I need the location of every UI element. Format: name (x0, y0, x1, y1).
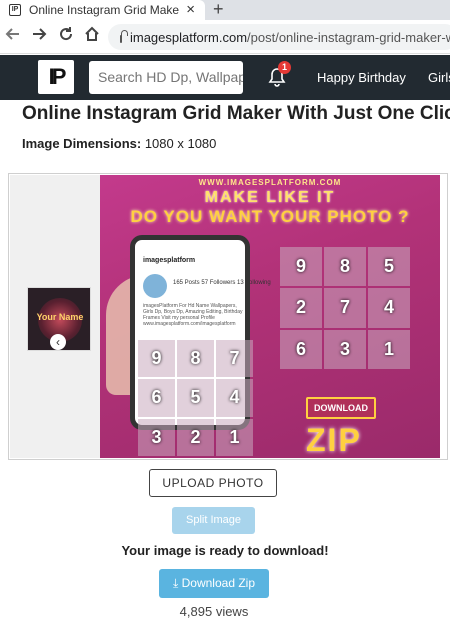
split-image-button[interactable]: Split Image (172, 507, 255, 534)
grid-cell: 9 (138, 340, 175, 378)
tab-title: Online Instagram Grid Maker Wi (29, 3, 179, 17)
image-dimensions: Image Dimensions: 1080 x 1080 (22, 136, 216, 151)
grid-cell: 3 (138, 418, 175, 456)
grid-cell: 7 (324, 288, 366, 328)
grid-cell: 1 (216, 418, 253, 456)
page-title: Online Instagram Grid Maker With Just On… (22, 103, 450, 124)
grid-cell: 5 (177, 379, 214, 417)
new-tab-icon[interactable]: + (213, 0, 224, 20)
grid-cell: 1 (368, 329, 410, 369)
grid-cell: 5 (368, 247, 410, 287)
search-input[interactable] (89, 61, 243, 94)
thumbnail-name: Your Name (36, 312, 84, 322)
grid-cell: 2 (280, 288, 322, 328)
grid-cell: 4 (216, 379, 253, 417)
grid-cell: 3 (324, 329, 366, 369)
grid-preview-top: 9 8 5 2 7 4 6 3 1 (280, 247, 410, 369)
poster-headline: MAKE LIKE IT (204, 189, 336, 206)
poster-download-label: DOWNLOAD (306, 397, 376, 419)
dimensions-value: 1080 x 1080 (144, 136, 217, 151)
grid-cell: 7 (216, 340, 253, 378)
tab-close-icon[interactable]: × (186, 1, 195, 18)
site-logo[interactable]: IP (38, 60, 74, 94)
preview-image: WWW.IMAGESPLATFORM.COM MAKE LIKE IT DO Y… (100, 175, 440, 458)
grid-cell: 9 (280, 247, 322, 287)
poster-subheadline: DO YOU WANT YOUR PHOTO ? (130, 207, 410, 226)
grid-cell: 6 (280, 329, 322, 369)
grid-cell: 4 (368, 288, 410, 328)
dimensions-label: Image Dimensions: (22, 136, 142, 151)
notification-badge: 1 (278, 61, 291, 74)
reload-icon[interactable] (56, 26, 76, 46)
browser-tab[interactable]: IP Online Instagram Grid Maker Wi × (0, 0, 205, 20)
address-url: imagesplatform.com/post/online-instagram… (129, 29, 450, 45)
grid-cell: 2 (177, 418, 214, 456)
site-favicon-icon: IP (9, 4, 21, 16)
upload-photo-button[interactable]: UPLOAD PHOTO (149, 469, 277, 497)
download-zip-button[interactable]: ⤓ Download Zip (159, 569, 269, 598)
grid-cell: 8 (177, 340, 214, 378)
view-count: 4,895 views (179, 604, 249, 619)
grid-cell: 8 (324, 247, 366, 287)
browser-toolbar: imagesplatform.com/post/online-instagram… (0, 20, 450, 54)
forward-icon[interactable] (29, 26, 49, 46)
profile-avatar (143, 274, 167, 298)
site-header: IP 1 Happy Birthday Girls (0, 55, 450, 100)
address-bar[interactable]: imagesplatform.com/post/online-instagram… (108, 24, 450, 50)
grid-cell: 6 (138, 379, 175, 417)
grid-preview-bottom: 9 8 7 6 5 4 3 2 1 (138, 340, 253, 456)
nav-link-girls[interactable]: Girls (428, 70, 450, 85)
browser-tab-bar: IP Online Instagram Grid Maker Wi × + (0, 0, 450, 20)
ready-message: Your image is ready to download! (121, 543, 329, 558)
lock-icon (120, 30, 128, 43)
poster-zip-label: ZIP (306, 422, 362, 458)
poster-site-text: WWW.IMAGESPLATFORM.COM (198, 178, 342, 187)
chevron-left-icon[interactable]: ‹ (50, 334, 66, 350)
profile-username: imagesplatform (143, 257, 196, 264)
back-icon[interactable] (3, 26, 23, 46)
nav-link-happy-birthday[interactable]: Happy Birthday (317, 70, 406, 85)
uploaded-thumbnail[interactable]: Your Name ‹ (27, 287, 91, 351)
profile-stats: 165 Posts 57 Followers 13 Following (173, 280, 271, 286)
home-icon[interactable] (82, 26, 102, 46)
profile-bio: imagesPlatform For Hd Name Wallpapers, G… (143, 303, 243, 327)
